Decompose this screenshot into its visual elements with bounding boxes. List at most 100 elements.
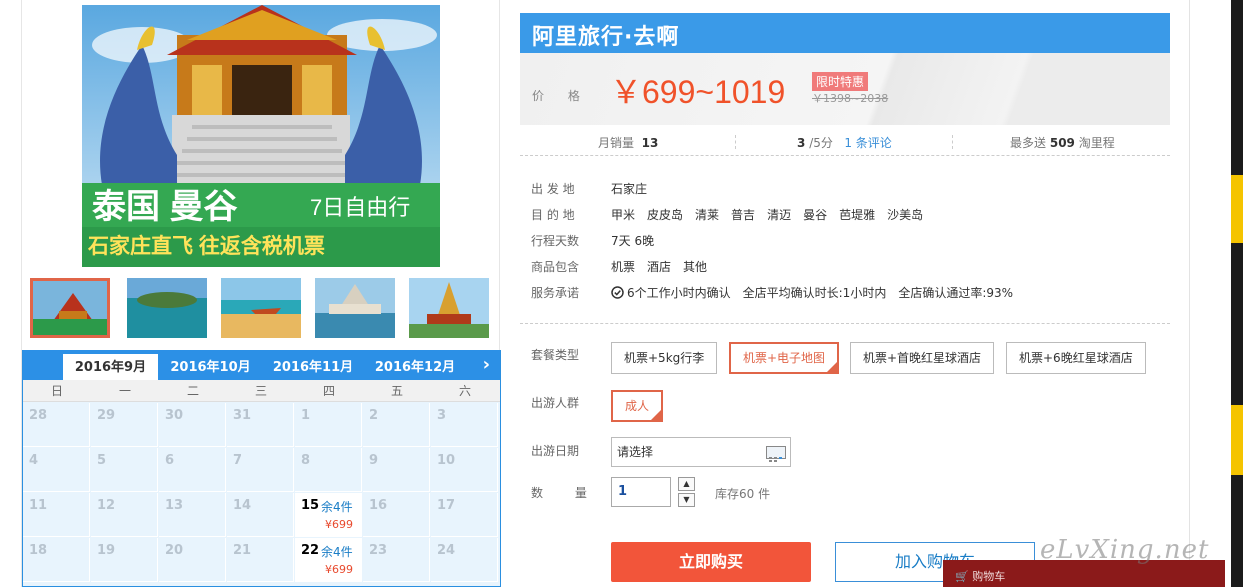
stats-divider — [735, 135, 736, 149]
calendar-day-cell: 9 — [363, 448, 430, 492]
thumbnail-2[interactable] — [127, 278, 207, 338]
watermark: eLvXing.net — [1040, 535, 1210, 565]
day-number: 9 — [369, 453, 379, 468]
service-promise: 全店平均确认时长:1小时内 — [742, 286, 887, 300]
day-number: 19 — [97, 543, 116, 558]
day-number: 7 — [233, 453, 243, 468]
monthly-sales-value: 13 — [641, 136, 659, 150]
destination: 普吉 — [731, 208, 756, 222]
travel-date-input[interactable]: 请选择 — [611, 437, 791, 467]
check-circle-icon — [611, 286, 624, 299]
calendar-day-cell: 17 — [431, 493, 498, 537]
day-number: 14 — [233, 498, 252, 513]
calendar-day-cell: 31 — [227, 403, 294, 447]
day-number: 13 — [165, 498, 184, 513]
detail-value: 机票 酒店 其他 — [611, 258, 719, 275]
side-toolbar-tab[interactable] — [1231, 207, 1243, 243]
tab-month-2[interactable]: 2016年10月 — [163, 356, 258, 380]
package-option-2[interactable]: 机票+电子地图 — [729, 342, 840, 374]
calendar-day-cell: 28 — [23, 403, 90, 447]
chevron-right-icon[interactable]: › — [483, 354, 490, 375]
day-stock: 余4件 — [321, 545, 353, 559]
cart-icon: 🛒 — [955, 570, 969, 583]
calendar-day-cell: 2 — [363, 403, 430, 447]
banner-title: 泰国 曼谷 — [92, 188, 237, 226]
detail-value: 7天 6晚 — [611, 232, 666, 249]
weekday-label: 日 — [50, 384, 63, 398]
day-number: 12 — [97, 498, 116, 513]
tab-month-3[interactable]: 2016年11月 — [263, 356, 363, 380]
detail-label: 商品包含 — [531, 260, 580, 274]
day-number: 3 — [437, 408, 447, 423]
thumbnail-4[interactable] — [315, 278, 395, 338]
rating-suffix: /5分 — [809, 136, 833, 150]
thumbnail-pagoda-image — [409, 278, 489, 338]
destination: 清迈 — [767, 208, 792, 222]
quantity-input[interactable]: 1 — [611, 477, 671, 507]
package-label: 套餐类型 — [531, 348, 580, 362]
calendar-day-cell: 12 — [91, 493, 158, 537]
package-option-1[interactable]: 机票+5kg行李 — [611, 342, 718, 374]
calendar-month-tabs: 2016年9月 2016年10月 2016年11月 2016年12月 › — [23, 350, 500, 380]
calendar-day-cell: 7 — [227, 448, 294, 492]
page-divider — [1189, 0, 1190, 587]
price-range: ￥699~1019 — [610, 74, 786, 110]
detail-label: 行程天数 — [531, 234, 580, 248]
side-toolbar-tab[interactable] — [1231, 175, 1243, 211]
price-box: 价 格 ￥699~1019 限时特惠 ￥1398~2038 — [520, 53, 1170, 125]
side-toolbar-tab[interactable] — [1231, 405, 1243, 475]
thumbnail-5[interactable] — [409, 278, 489, 338]
calendar-day-cell[interactable]: 15 余4件 ¥699 — [295, 493, 362, 537]
banner-tagline: 石家庄直飞 往返含税机票 — [87, 234, 325, 258]
day-number: 6 — [165, 453, 175, 468]
thumbnail-3[interactable] — [221, 278, 301, 338]
day-price: ¥699 — [325, 518, 353, 531]
tab-month-4[interactable]: 2016年12月 — [365, 356, 465, 380]
include-item: 其他 — [683, 260, 708, 274]
buy-now-button[interactable]: 立即购买 — [611, 542, 811, 582]
date-label: 出游日期 — [531, 444, 580, 458]
tab-month-1[interactable]: 2016年9月 — [63, 354, 158, 380]
calendar-day-cell[interactable]: 22 余4件 ¥699 — [295, 538, 362, 582]
quantity-decrease-button[interactable]: ▼ — [678, 493, 695, 507]
promo-badge: 限时特惠 — [812, 72, 869, 91]
quantity-increase-button[interactable]: ▲ — [678, 477, 695, 491]
day-number: 18 — [29, 543, 48, 558]
day-number: 20 — [165, 543, 184, 558]
destination: 皮皮岛 — [647, 208, 684, 222]
include-item: 机票 — [611, 260, 636, 274]
thumbnail-strip — [30, 278, 496, 340]
day-number: 4 — [29, 453, 39, 468]
weekday-label: 四 — [322, 384, 335, 398]
calendar-day-cell: 24 — [431, 538, 498, 582]
reviews-link[interactable]: 1 条评论 — [844, 136, 891, 150]
calendar-day-cell: 18 — [23, 538, 90, 582]
day-number: 1 — [301, 408, 311, 423]
thumbnail-1[interactable] — [30, 278, 110, 338]
cart-bar-text: 购物车 — [972, 570, 1006, 583]
calendar-icon[interactable] — [766, 446, 786, 462]
destination: 清莱 — [695, 208, 720, 222]
calendar-day-cell: 3 — [431, 403, 498, 447]
calendar-day-cell: 5 — [91, 448, 158, 492]
day-number: 21 — [233, 543, 252, 558]
package-option-3[interactable]: 机票+首晚红星球酒店 — [850, 342, 995, 374]
rating: 3 /5分 1 条评论 — [797, 134, 892, 151]
detail-value: 甲米 皮皮岛 清莱 普吉 清迈 曼谷 芭堤雅 沙美岛 — [611, 206, 935, 223]
day-price: ¥699 — [325, 563, 353, 576]
main-product-image[interactable]: 泰国 曼谷 7日自由行 石家庄直飞 往返含税机票 — [82, 5, 440, 267]
destination: 甲米 — [611, 208, 636, 222]
detail-label: 出 发 地 — [531, 182, 575, 196]
side-toolbar[interactable] — [1231, 0, 1243, 587]
calendar-day-cell: 1 — [295, 403, 362, 447]
day-number: 28 — [29, 408, 48, 423]
day-number: 29 — [97, 408, 116, 423]
calendar-day-cell: 16 — [363, 493, 430, 537]
day-number: 5 — [97, 453, 107, 468]
calendar-day-cell: 20 — [159, 538, 226, 582]
chevron-up-icon: ▲ — [683, 479, 690, 488]
package-option-4[interactable]: 机票+6晚红星球酒店 — [1006, 342, 1146, 374]
banner-subtitle: 7日自由行 — [310, 195, 410, 220]
calendar-day-cell: 13 — [159, 493, 226, 537]
traveler-option-adult[interactable]: 成人 — [611, 390, 664, 422]
